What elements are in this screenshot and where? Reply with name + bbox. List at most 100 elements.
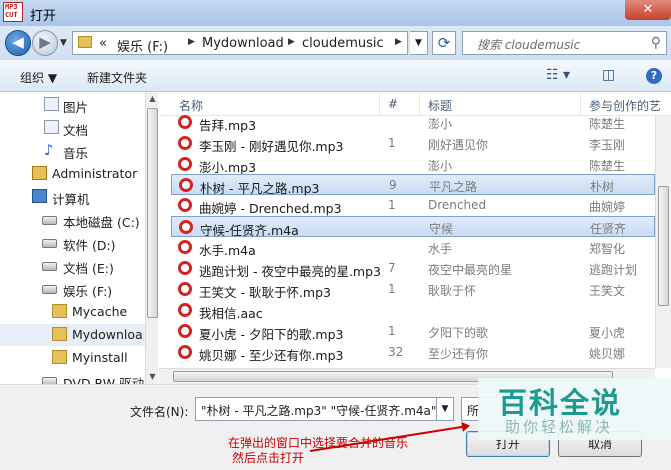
file-row[interactable]: 夏小虎 - 夕阳下的歌.mp3 1 夕阳下的歌 夏小虎 <box>171 321 655 342</box>
file-name: 逃跑计划 - 夜空中最亮的星.mp3 <box>199 264 381 279</box>
file-name: 告拜.mp3 <box>199 118 257 133</box>
file-name: 夏小虎 - 夕阳下的歌.mp3 <box>199 327 344 342</box>
file-artist: 任贤齐 <box>590 222 627 236</box>
app-icon-text: MP3 CUT <box>5 3 18 19</box>
file-name: 王笑文 - 耿耿于怀.mp3 <box>199 285 331 300</box>
nav-label: 本地磁盘 (C:) <box>63 215 140 230</box>
scroll-up-icon[interactable]: ▲ <box>146 94 159 103</box>
file-title: 刚好遇见你 <box>428 138 489 152</box>
nav-label: Myinstall <box>72 350 128 365</box>
nav-item-pictures[interactable]: 图片 <box>0 94 145 116</box>
window-title: 打开 <box>30 9 57 24</box>
chevron-right-icon[interactable]: ▶ <box>188 37 195 47</box>
watermark: 百科全说 助你轻松解决 <box>478 378 671 440</box>
nav-item-drive-e[interactable]: 文档 (E:) <box>0 255 145 277</box>
breadcrumb-cloudemusic[interactable]: cloudemusic <box>302 36 384 51</box>
file-track-number: 9 <box>389 178 397 192</box>
search-placeholder: 搜索 cloudemusic <box>477 38 581 52</box>
nav-item-documents[interactable]: 文档 <box>0 117 145 139</box>
folder-icon <box>78 36 92 48</box>
search-icon[interactable]: ⚲ <box>651 35 661 51</box>
recent-pages-dropdown-icon[interactable]: ▼ <box>60 38 67 48</box>
nav-item-myinstall[interactable]: Myinstall <box>0 347 145 369</box>
file-artist: 陈楚生 <box>589 117 626 131</box>
chevron-right-icon[interactable]: ▶ <box>288 37 295 47</box>
nav-item-music[interactable]: ♪ 音乐 <box>0 140 145 162</box>
address-bar[interactable]: « 娱乐 (F:) ▶ Mydownload ▶ cloudemusic ▶ <box>72 31 408 55</box>
breadcrumb-mydownload[interactable]: Mydownload <box>202 36 284 51</box>
nav-label: 音乐 <box>63 146 89 161</box>
scroll-thumb[interactable] <box>147 108 158 318</box>
folder-icon <box>52 304 67 318</box>
title-bar: MP3 CUT 打开 ✕ <box>0 0 671 26</box>
file-artist: 王笑文 <box>589 284 626 298</box>
file-title: 澎小 <box>428 117 453 131</box>
nav-label: 图片 <box>63 100 89 115</box>
search-box[interactable]: 搜索 cloudemusic ⚲ <box>462 31 667 55</box>
file-row[interactable]: 我相信.aac <box>171 300 655 321</box>
file-row[interactable]: 李玉刚 - 刚好遇见你.mp3 1 刚好遇见你 李玉刚 <box>171 133 655 154</box>
navigation-pane: 图片 文档 ♪ 音乐 Administrator 计算机 本地磁盘 (C:) 软… <box>0 92 158 384</box>
toolbar: 组织 ▼ 新建文件夹 ☷ ▾ ◫ ? <box>0 60 671 92</box>
address-row: ◀ ▶ ▼ « 娱乐 (F:) ▶ Mydownload ▶ cloudemus… <box>0 26 671 60</box>
back-button[interactable]: ◀ <box>5 30 31 56</box>
file-row-selected[interactable]: 守候-任贤齐.m4a 守候 任贤齐 <box>171 216 655 238</box>
breadcrumb-drive[interactable]: 娱乐 (F:) <box>117 36 168 55</box>
preview-pane-icon[interactable]: ◫ <box>602 67 615 83</box>
file-artist: 李玉刚 <box>589 138 626 152</box>
close-button[interactable]: ✕ <box>625 0 671 20</box>
drive-icon <box>42 239 57 248</box>
address-dropdown-icon[interactable]: ▼ <box>410 31 428 55</box>
file-artist: 朴树 <box>590 180 615 194</box>
organize-label: 组织 <box>20 71 45 85</box>
file-title: 夜空中最亮的星 <box>428 263 513 277</box>
nav-item-computer[interactable]: 计算机 <box>0 186 145 208</box>
file-row[interactable]: 告拜.mp3 澎小 陈楚生 <box>171 112 655 133</box>
refresh-icon[interactable]: ⟳ <box>432 31 456 55</box>
filename-dropdown-icon[interactable]: ▼ <box>437 397 454 421</box>
netease-music-icon <box>178 345 192 359</box>
file-track-number: 1 <box>388 324 396 338</box>
nav-item-drive-d[interactable]: 软件 (D:) <box>0 232 145 254</box>
nav-item-mydownload[interactable]: Mydownloa <box>0 324 145 346</box>
nav-scrollbar[interactable]: ▲ ▼ <box>145 92 158 384</box>
file-artist: 郑智化 <box>589 242 626 256</box>
nav-item-administrator[interactable]: Administrator <box>0 163 145 185</box>
file-list-vertical-scrollbar[interactable] <box>655 116 671 368</box>
view-options-icon[interactable]: ☷ ▾ <box>546 67 570 83</box>
file-row[interactable]: 逃跑计划 - 夜空中最亮的星.mp3 7 夜空中最亮的星 逃跑计划 <box>171 258 655 279</box>
file-row[interactable]: 姚贝娜 - 至少还有你.mp3 32 至少还有你 姚贝娜 <box>171 342 655 363</box>
netease-music-icon <box>178 198 192 212</box>
file-row[interactable]: 王笑文 - 耿耿于怀.mp3 1 耿耿于怀 王笑文 <box>171 279 655 300</box>
forward-button[interactable]: ▶ <box>32 30 58 56</box>
nav-item-mycache[interactable]: Mycache <box>0 301 145 323</box>
nav-label: 计算机 <box>52 192 90 207</box>
filename-label: 文件名(N): <box>130 405 189 419</box>
file-artist: 陈楚生 <box>589 159 626 173</box>
nav-item-dvd[interactable]: DVD RW 驱动 <box>0 370 145 384</box>
file-row[interactable]: 曲婉婷 - Drenched.mp3 1 Drenched 曲婉婷 <box>171 195 655 216</box>
nav-item-drive-f[interactable]: 娱乐 (F:) <box>0 278 145 300</box>
filename-input[interactable]: "朴树 - 平凡之路.mp3" "守候-任贤齐.m4a" <box>195 397 437 421</box>
netease-music-icon <box>178 240 192 254</box>
music-icon: ♪ <box>44 141 54 159</box>
netease-music-icon <box>179 220 193 234</box>
help-icon[interactable]: ? <box>646 68 662 84</box>
file-row[interactable]: 水手.m4a 水手 郑智化 <box>171 237 655 258</box>
file-row[interactable]: 澎小.mp3 澎小 陈楚生 <box>171 154 655 175</box>
folder-icon <box>52 327 67 341</box>
chevron-right-icon[interactable]: ▶ <box>395 37 402 47</box>
file-title: Drenched <box>428 198 487 212</box>
breadcrumb-overflow[interactable]: « <box>99 36 107 51</box>
file-row-selected[interactable]: 朴树 - 平凡之路.mp3 9 平凡之路 朴树 <box>171 174 655 196</box>
file-artist: 逃跑计划 <box>589 263 638 277</box>
column-number[interactable]: # <box>388 97 398 111</box>
nav-item-drive-c[interactable]: 本地磁盘 (C:) <box>0 209 145 231</box>
netease-music-icon <box>178 261 192 275</box>
netease-music-icon <box>178 282 192 296</box>
netease-music-icon <box>178 136 192 150</box>
scroll-down-icon[interactable]: ▼ <box>146 372 159 381</box>
scroll-thumb[interactable] <box>658 186 669 306</box>
organize-button[interactable]: 组织 ▼ <box>20 69 57 86</box>
new-folder-button[interactable]: 新建文件夹 <box>87 69 147 86</box>
